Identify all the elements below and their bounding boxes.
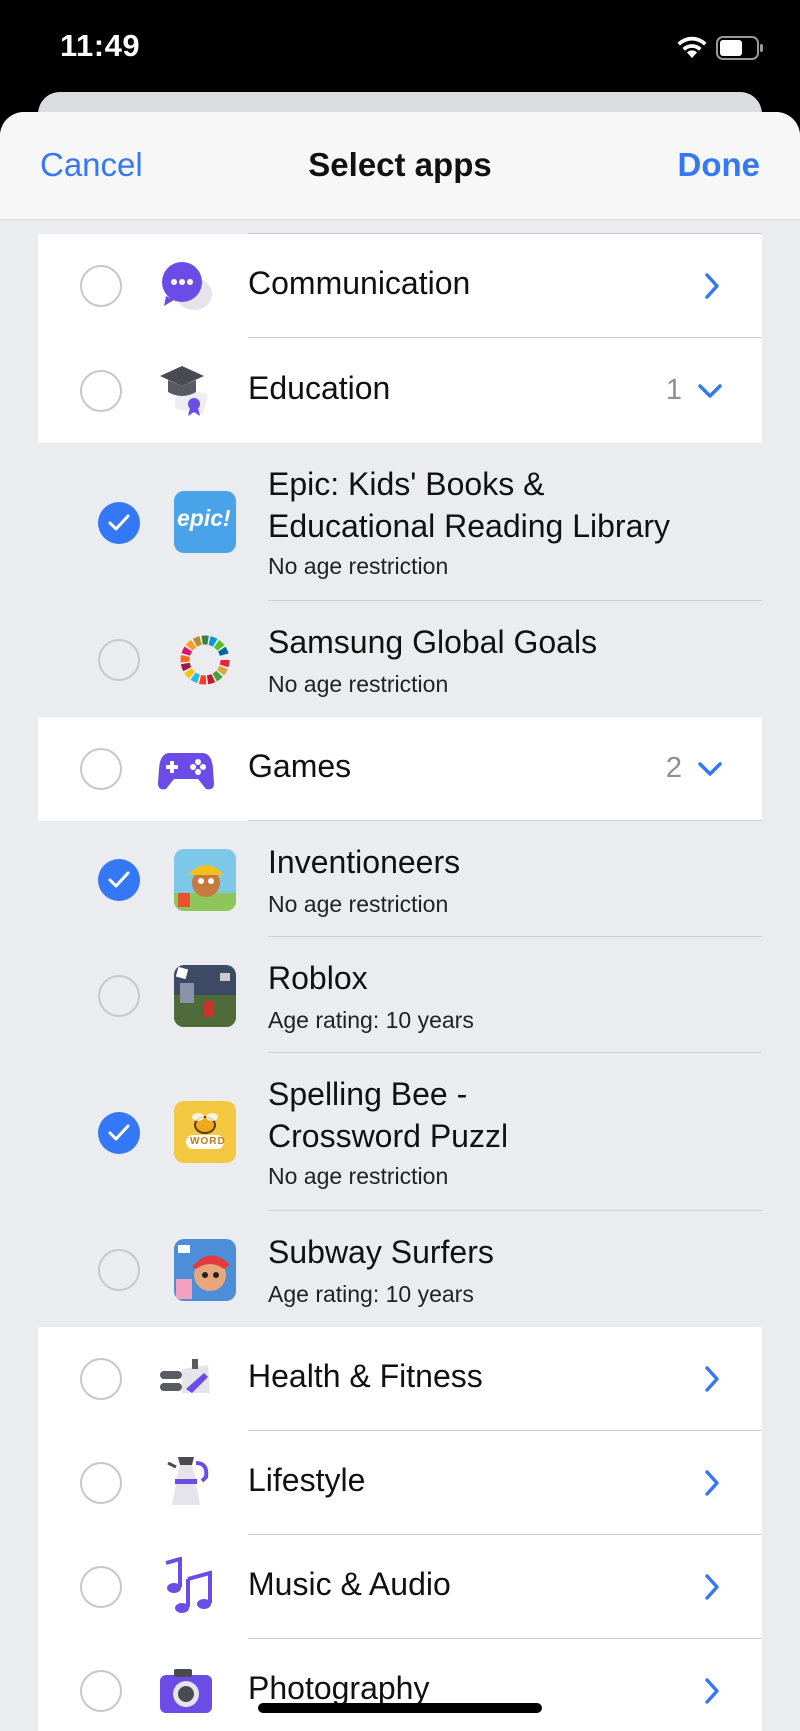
selected-count: 2 bbox=[665, 752, 682, 784]
category-row-health-fitness[interactable]: Health & Fitness bbox=[38, 1327, 762, 1431]
inventioneers-app-icon bbox=[174, 849, 236, 911]
app-row-inventioneers[interactable]: Inventioneers No age restriction bbox=[38, 821, 762, 937]
select-radio[interactable] bbox=[80, 1358, 122, 1400]
category-label: Games bbox=[248, 748, 352, 784]
category-row-lifestyle[interactable]: Lifestyle bbox=[38, 1431, 762, 1535]
age-rating: Age rating: 10 years bbox=[268, 1007, 474, 1033]
app-name-line-2: Educational Reading Library bbox=[268, 508, 671, 544]
age-rating: No age restriction bbox=[268, 553, 449, 579]
wifi-icon bbox=[677, 36, 707, 58]
select-radio[interactable] bbox=[98, 975, 140, 1017]
graduation-cap-icon bbox=[160, 366, 208, 416]
select-radio-checked[interactable] bbox=[98, 859, 140, 901]
category-row-music-audio[interactable]: Music & Audio bbox=[38, 1535, 762, 1639]
fitness-icon bbox=[160, 1359, 210, 1393]
chevron-right-icon[interactable] bbox=[702, 1572, 722, 1602]
category-label: Music & Audio bbox=[248, 1566, 451, 1602]
checkmark-icon bbox=[108, 1124, 130, 1141]
category-row-games[interactable]: Games 2 bbox=[38, 717, 762, 821]
app-name: Epic: Kids' Books & bbox=[268, 466, 545, 502]
chevron-down-icon[interactable] bbox=[696, 759, 724, 779]
app-name: Inventioneers bbox=[268, 844, 461, 880]
age-rating: No age restriction bbox=[268, 671, 449, 697]
game-controller-icon bbox=[158, 753, 214, 790]
home-indicator[interactable] bbox=[258, 1703, 542, 1713]
global-goals-wheel-icon bbox=[180, 635, 230, 685]
select-radio[interactable] bbox=[80, 1566, 122, 1608]
app-row-spelling-bee[interactable]: WORD Spelling Bee - Crossword Puzzl No a… bbox=[38, 1053, 762, 1211]
app-name: Spelling Bee - bbox=[268, 1076, 468, 1112]
select-radio[interactable] bbox=[80, 370, 122, 412]
status-bar: 11:49 bbox=[0, 0, 800, 100]
checkmark-icon bbox=[108, 871, 130, 888]
category-label: Health & Fitness bbox=[248, 1358, 483, 1394]
category-row-education[interactable]: Education 1 bbox=[38, 338, 762, 443]
age-rating: Age rating: 10 years bbox=[268, 1281, 474, 1307]
battery-icon bbox=[716, 36, 763, 60]
navigation-bar: Cancel Select apps Done bbox=[0, 112, 800, 220]
app-name: Samsung Global Goals bbox=[268, 624, 598, 660]
select-radio[interactable] bbox=[80, 1670, 122, 1712]
chat-bubble-icon bbox=[162, 262, 212, 310]
subway-surfers-app-icon bbox=[174, 1239, 236, 1301]
select-radio[interactable] bbox=[80, 1462, 122, 1504]
app-row-epic[interactable]: epic! Epic: Kids' Books & Educational Re… bbox=[38, 443, 762, 601]
done-button[interactable]: Done bbox=[678, 146, 761, 184]
select-radio-checked[interactable] bbox=[98, 502, 140, 544]
music-notes-icon bbox=[165, 1557, 212, 1613]
status-time: 11:49 bbox=[60, 28, 141, 63]
app-name: Roblox bbox=[268, 960, 368, 996]
selected-count: 1 bbox=[665, 374, 682, 406]
checkmark-icon bbox=[108, 514, 130, 531]
roblox-app-icon bbox=[174, 965, 236, 1027]
coffee-pot-icon bbox=[167, 1457, 209, 1505]
app-name: Subway Surfers bbox=[268, 1234, 494, 1270]
spelling-bee-app-icon: WORD bbox=[174, 1101, 236, 1163]
chevron-right-icon[interactable] bbox=[702, 1676, 722, 1706]
chevron-right-icon[interactable] bbox=[702, 1468, 722, 1498]
select-radio-checked[interactable] bbox=[98, 1112, 140, 1154]
category-label: Communication bbox=[248, 265, 471, 301]
category-label: Education bbox=[248, 370, 391, 406]
app-row-roblox[interactable]: Roblox Age rating: 10 years bbox=[38, 937, 762, 1053]
age-rating: No age restriction bbox=[268, 891, 449, 917]
category-label: Photography bbox=[248, 1670, 430, 1706]
age-rating: No age restriction bbox=[268, 1163, 449, 1189]
chevron-right-icon[interactable] bbox=[702, 271, 722, 301]
select-radio[interactable] bbox=[98, 1249, 140, 1291]
select-radio[interactable] bbox=[80, 265, 122, 307]
chevron-down-icon[interactable] bbox=[696, 381, 724, 401]
camera-icon bbox=[160, 1669, 212, 1713]
app-name-line-2: Crossword Puzzl bbox=[268, 1118, 509, 1154]
epic-app-icon: epic! bbox=[174, 491, 236, 553]
category-row-photography[interactable]: Photography bbox=[38, 1639, 762, 1731]
category-label: Lifestyle bbox=[248, 1462, 366, 1498]
select-radio[interactable] bbox=[80, 748, 122, 790]
chevron-right-icon[interactable] bbox=[702, 1364, 722, 1394]
app-row-samsung-global-goals[interactable]: Samsung Global Goals No age restriction bbox=[38, 601, 762, 717]
app-row-subway-surfers[interactable]: Subway Surfers Age rating: 10 years bbox=[38, 1211, 762, 1327]
category-row-communication[interactable]: Communication bbox=[38, 234, 762, 338]
select-radio[interactable] bbox=[98, 639, 140, 681]
